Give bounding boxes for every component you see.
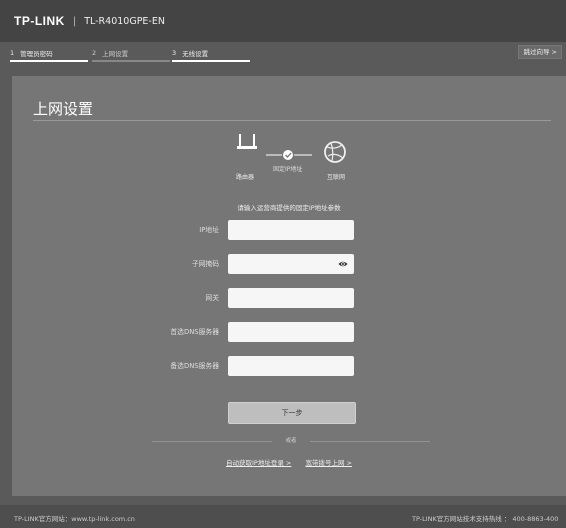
connection-label: 固定IP地址: [273, 166, 303, 173]
ip-address-input[interactable]: [228, 220, 354, 240]
router-icon: [237, 134, 257, 149]
wizard-steps: 1 管理员密码 2 上网设置 3 无线设置: [0, 44, 566, 64]
or-label: 或者: [285, 438, 297, 444]
router-label: 路由器: [236, 174, 255, 181]
or-line-left: [152, 441, 272, 442]
top-bar: TP-LINK | TL-R4010GPE-EN: [0, 0, 566, 42]
internet-label: 互联网: [327, 174, 346, 181]
primary-dns-input[interactable]: [228, 322, 354, 342]
dhcp-login-link[interactable]: 自动获取IP地址登录 >: [226, 459, 291, 467]
wizard-step-3-bar: [172, 60, 250, 62]
subnet-mask-label: 子网掩码: [191, 260, 219, 268]
gateway-row: 网关: [12, 288, 566, 308]
primary-dns-row: 首选DNS服务器: [12, 322, 566, 342]
wizard-step-2-bar: [92, 60, 170, 62]
wizard-step-2: 2 上网设置: [92, 49, 129, 58]
wizard-step-1-bar: [10, 60, 88, 62]
form-hint: 请输入运营商提供的固定IP地址参数: [237, 204, 341, 212]
pppoe-link[interactable]: 宽带拨号上网 >: [305, 459, 352, 467]
footer: TP-LINK官方网站：www.tp-link.com.cn TP-LINK官方…: [0, 505, 566, 528]
wizard-step-1: 1 管理员密码: [10, 49, 53, 58]
gateway-input[interactable]: [228, 288, 354, 308]
connection-diagram: [237, 134, 346, 163]
brand-logo: TP-LINK: [14, 14, 65, 28]
subnet-mask-input[interactable]: [228, 254, 354, 274]
primary-dns-label: 首选DNS服务器: [170, 328, 219, 336]
subnet-mask-row: 子网掩码: [12, 254, 566, 274]
check-circle-icon: [283, 150, 293, 160]
skip-wizard-button[interactable]: 跳过向导 >: [518, 45, 562, 59]
ip-address-label: IP地址: [199, 226, 219, 234]
gateway-label: 网关: [205, 294, 219, 302]
footer-hotline: TP-LINK官方网站技术支持热线 ： 400-8863-400: [412, 515, 559, 523]
ip-address-row: IP地址: [12, 220, 566, 240]
wizard-step-3: 3 无线设置: [172, 49, 209, 58]
secondary-dns-input[interactable]: [228, 356, 354, 376]
alternative-links: 自动获取IP地址登录 > 宽带拨号上网 >: [12, 457, 566, 467]
next-button[interactable]: 下一步: [228, 402, 356, 424]
or-line-right: [310, 441, 430, 442]
or-separator: 或者: [152, 436, 430, 446]
globe-icon: [324, 141, 346, 163]
model-name: TL-R4010GPE-EN: [84, 15, 165, 27]
eye-icon[interactable]: [338, 259, 348, 269]
main-panel: 上网设置 路由器 固定IP地址 互联网 请输入运营商提供的固定IP地址参数 IP…: [12, 76, 566, 496]
secondary-dns-label: 备选DNS服务器: [170, 362, 219, 370]
secondary-dns-row: 备选DNS服务器: [12, 356, 566, 376]
footer-website: TP-LINK官方网站：www.tp-link.com.cn: [14, 515, 135, 523]
header-divider: |: [72, 15, 77, 27]
